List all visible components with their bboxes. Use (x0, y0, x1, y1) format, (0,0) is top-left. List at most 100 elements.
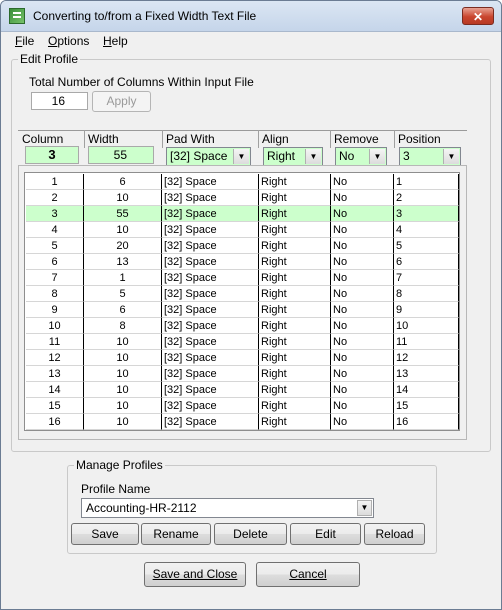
cell-pad-with[interactable]: [32] Space (162, 286, 259, 302)
cell-width[interactable]: 10 (84, 350, 162, 366)
table-row[interactable]: 4 10 [32] Space Right No 4 (26, 222, 459, 238)
cell-position[interactable]: 7 (394, 270, 459, 286)
menu-options[interactable]: Options (48, 34, 89, 48)
cell-remove[interactable]: No (331, 270, 394, 286)
cell-column[interactable]: 8 (26, 286, 84, 302)
cell-position[interactable]: 11 (394, 334, 459, 350)
cell-position[interactable]: 1 (394, 174, 459, 190)
table-row[interactable]: 5 20 [32] Space Right No 5 (26, 238, 459, 254)
cell-width[interactable]: 8 (84, 318, 162, 334)
cell-pad-with[interactable]: [32] Space (162, 222, 259, 238)
title-bar[interactable]: Converting to/from a Fixed Width Text Fi… (1, 1, 501, 32)
cell-align[interactable]: Right (259, 382, 331, 398)
table-row[interactable]: 9 6 [32] Space Right No 9 (26, 302, 459, 318)
cell-width[interactable]: 10 (84, 398, 162, 414)
position-select[interactable]: 3 ▼ (399, 147, 461, 166)
cell-width[interactable]: 10 (84, 414, 162, 430)
cell-width[interactable]: 10 (84, 222, 162, 238)
cell-width[interactable]: 10 (84, 190, 162, 206)
cell-pad-with[interactable]: [32] Space (162, 174, 259, 190)
cell-pad-with[interactable]: [32] Space (162, 350, 259, 366)
cell-position[interactable]: 9 (394, 302, 459, 318)
cell-position[interactable]: 16 (394, 414, 459, 430)
columns-grid[interactable]: 1 6 [32] Space Right No 1 2 10 [32] Space Right No… (24, 172, 460, 431)
pad-with-select[interactable]: [32] Space ▼ (166, 147, 251, 166)
table-row[interactable]: 10 8 [32] Space Right No 10 (26, 318, 459, 334)
cell-pad-with[interactable]: [32] Space (162, 318, 259, 334)
cell-pad-with[interactable]: [32] Space (162, 206, 259, 222)
total-columns-input[interactable]: 16 (31, 92, 88, 110)
cell-align[interactable]: Right (259, 190, 331, 206)
cell-align[interactable]: Right (259, 286, 331, 302)
table-row[interactable]: 12 10 [32] Space Right No 12 (26, 350, 459, 366)
width-input[interactable]: 55 (88, 146, 154, 164)
cell-pad-with[interactable]: [32] Space (162, 414, 259, 430)
cell-pad-with[interactable]: [32] Space (162, 382, 259, 398)
cell-remove[interactable]: No (331, 382, 394, 398)
cell-align[interactable]: Right (259, 398, 331, 414)
save-profile-button[interactable]: Save (71, 523, 139, 545)
cell-align[interactable]: Right (259, 222, 331, 238)
cell-pad-with[interactable]: [32] Space (162, 334, 259, 350)
cell-pad-with[interactable]: [32] Space (162, 302, 259, 318)
cell-align[interactable]: Right (259, 414, 331, 430)
cell-pad-with[interactable]: [32] Space (162, 254, 259, 270)
cell-remove[interactable]: No (331, 302, 394, 318)
cell-column[interactable]: 16 (26, 414, 84, 430)
menu-file[interactable]: File (15, 34, 34, 48)
table-row[interactable]: 7 1 [32] Space Right No 7 (26, 270, 459, 286)
cell-remove[interactable]: No (331, 190, 394, 206)
reload-profile-button[interactable]: Reload (364, 523, 425, 545)
chevron-down-icon[interactable]: ▼ (233, 149, 249, 164)
cell-remove[interactable]: No (331, 206, 394, 222)
cell-pad-with[interactable]: [32] Space (162, 366, 259, 382)
cell-align[interactable]: Right (259, 206, 331, 222)
cell-width[interactable]: 20 (84, 238, 162, 254)
cell-remove[interactable]: No (331, 254, 394, 270)
cell-width[interactable]: 5 (84, 286, 162, 302)
cell-position[interactable]: 12 (394, 350, 459, 366)
cell-width[interactable]: 6 (84, 302, 162, 318)
cell-remove[interactable]: No (331, 398, 394, 414)
cell-column[interactable]: 4 (26, 222, 84, 238)
rename-profile-button[interactable]: Rename (141, 523, 211, 545)
close-button[interactable]: ✕ (462, 7, 494, 25)
table-row[interactable]: 3 55 [32] Space Right No 3 (26, 206, 459, 222)
menu-help[interactable]: Help (103, 34, 128, 48)
cell-column[interactable]: 10 (26, 318, 84, 334)
cell-remove[interactable]: No (331, 318, 394, 334)
cell-width[interactable]: 13 (84, 254, 162, 270)
cell-width[interactable]: 10 (84, 382, 162, 398)
cell-remove[interactable]: No (331, 222, 394, 238)
cell-column[interactable]: 2 (26, 190, 84, 206)
cell-column[interactable]: 6 (26, 254, 84, 270)
delete-profile-button[interactable]: Delete (214, 523, 287, 545)
table-row[interactable]: 15 10 [32] Space Right No 15 (26, 398, 459, 414)
apply-button[interactable]: Apply (92, 91, 151, 112)
cell-align[interactable]: Right (259, 350, 331, 366)
cell-remove[interactable]: No (331, 414, 394, 430)
cell-remove[interactable]: No (331, 238, 394, 254)
cell-position[interactable]: 2 (394, 190, 459, 206)
cell-position[interactable]: 8 (394, 286, 459, 302)
cell-pad-with[interactable]: [32] Space (162, 270, 259, 286)
table-row[interactable]: 11 10 [32] Space Right No 11 (26, 334, 459, 350)
cell-align[interactable]: Right (259, 318, 331, 334)
cell-column[interactable]: 7 (26, 270, 84, 286)
cell-pad-with[interactable]: [32] Space (162, 398, 259, 414)
table-row[interactable]: 1 6 [32] Space Right No 1 (26, 174, 459, 190)
remove-select[interactable]: No ▼ (335, 147, 387, 166)
save-and-close-button[interactable]: Save and Close (144, 562, 246, 587)
cell-remove[interactable]: No (331, 334, 394, 350)
cell-align[interactable]: Right (259, 302, 331, 318)
cell-column[interactable]: 14 (26, 382, 84, 398)
table-row[interactable]: 13 10 [32] Space Right No 13 (26, 366, 459, 382)
cell-align[interactable]: Right (259, 254, 331, 270)
cell-width[interactable]: 10 (84, 334, 162, 350)
cell-position[interactable]: 10 (394, 318, 459, 334)
cell-align[interactable]: Right (259, 334, 331, 350)
cell-column[interactable]: 1 (26, 174, 84, 190)
cell-align[interactable]: Right (259, 238, 331, 254)
cell-remove[interactable]: No (331, 350, 394, 366)
cell-width[interactable]: 10 (84, 366, 162, 382)
